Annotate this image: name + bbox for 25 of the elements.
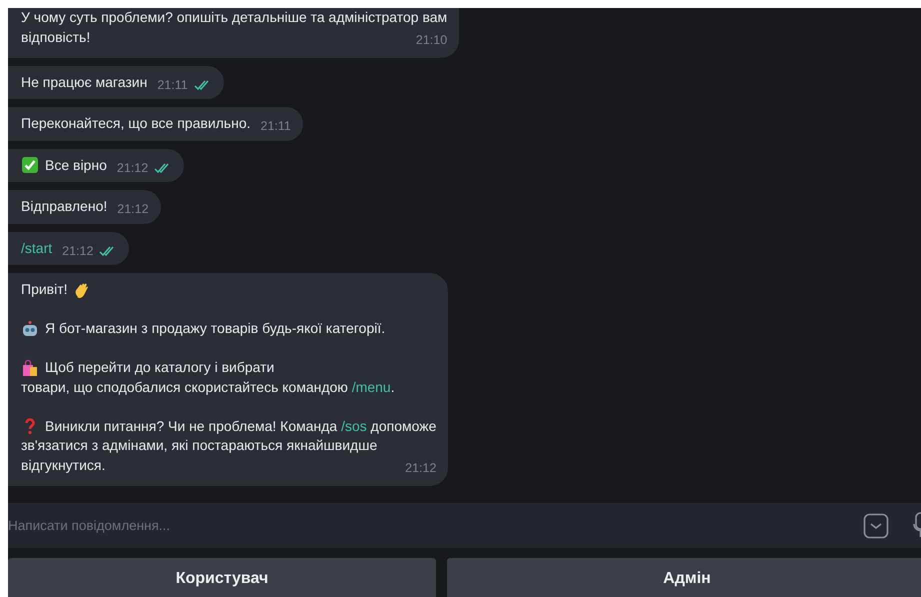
robot-icon bbox=[21, 320, 39, 338]
message-time: 21:12 bbox=[405, 460, 436, 477]
keyboard-button[interactable]: Користувач bbox=[8, 558, 436, 597]
keyboard-button[interactable]: Адмін bbox=[447, 558, 921, 597]
shopping-bags-icon bbox=[21, 358, 39, 377]
received-message-bubble: Переконайтеся, що все правильно. 21:11 bbox=[8, 107, 303, 140]
message-time: 21:11 bbox=[157, 76, 188, 94]
command-link[interactable]: /menu bbox=[352, 378, 391, 397]
command-link[interactable]: /start bbox=[21, 238, 52, 258]
message-time: 21:11 bbox=[260, 118, 291, 135]
check-mark-icon bbox=[21, 156, 39, 174]
received-message-bubble: У чому суть проблеми? опишіть детальніше та адміністратор вам відповість! 21:10 bbox=[8, 8, 460, 58]
message-time: 21:10 bbox=[416, 32, 448, 49]
message-field[interactable]: Написати повідомлення... bbox=[8, 503, 921, 548]
message-time: 21:12 bbox=[117, 201, 149, 218]
command-link[interactable]: /sos bbox=[341, 416, 367, 436]
keyboard-toggle-icon[interactable] bbox=[863, 512, 889, 538]
received-message-bubble: Привіт! Я бот-магазин з продажу товарів будь-якої категорії. Щоб перейти до каталогу і вибрати товари, що сподобалися скористайтесь командою /menu. Виникли питання? Чи не проблема! Команда /sos допоможе зв'язатися з адмінами, які постараються якнайшвидше відгукнутися. 21:12 bbox=[8, 273, 448, 486]
message-time: 21:12 bbox=[62, 242, 94, 260]
sent-message-bubble: Не працює магазин 21:11 bbox=[8, 66, 224, 99]
message-time: 21:12 bbox=[116, 160, 148, 176]
sent-message-bubble: Все вірно 21:12 bbox=[8, 148, 184, 182]
message-input[interactable]: Написати повідомлення... bbox=[8, 518, 863, 533]
waving-hand-icon bbox=[72, 280, 91, 299]
received-message-bubble: Відправлено! 21:12 bbox=[8, 190, 161, 224]
